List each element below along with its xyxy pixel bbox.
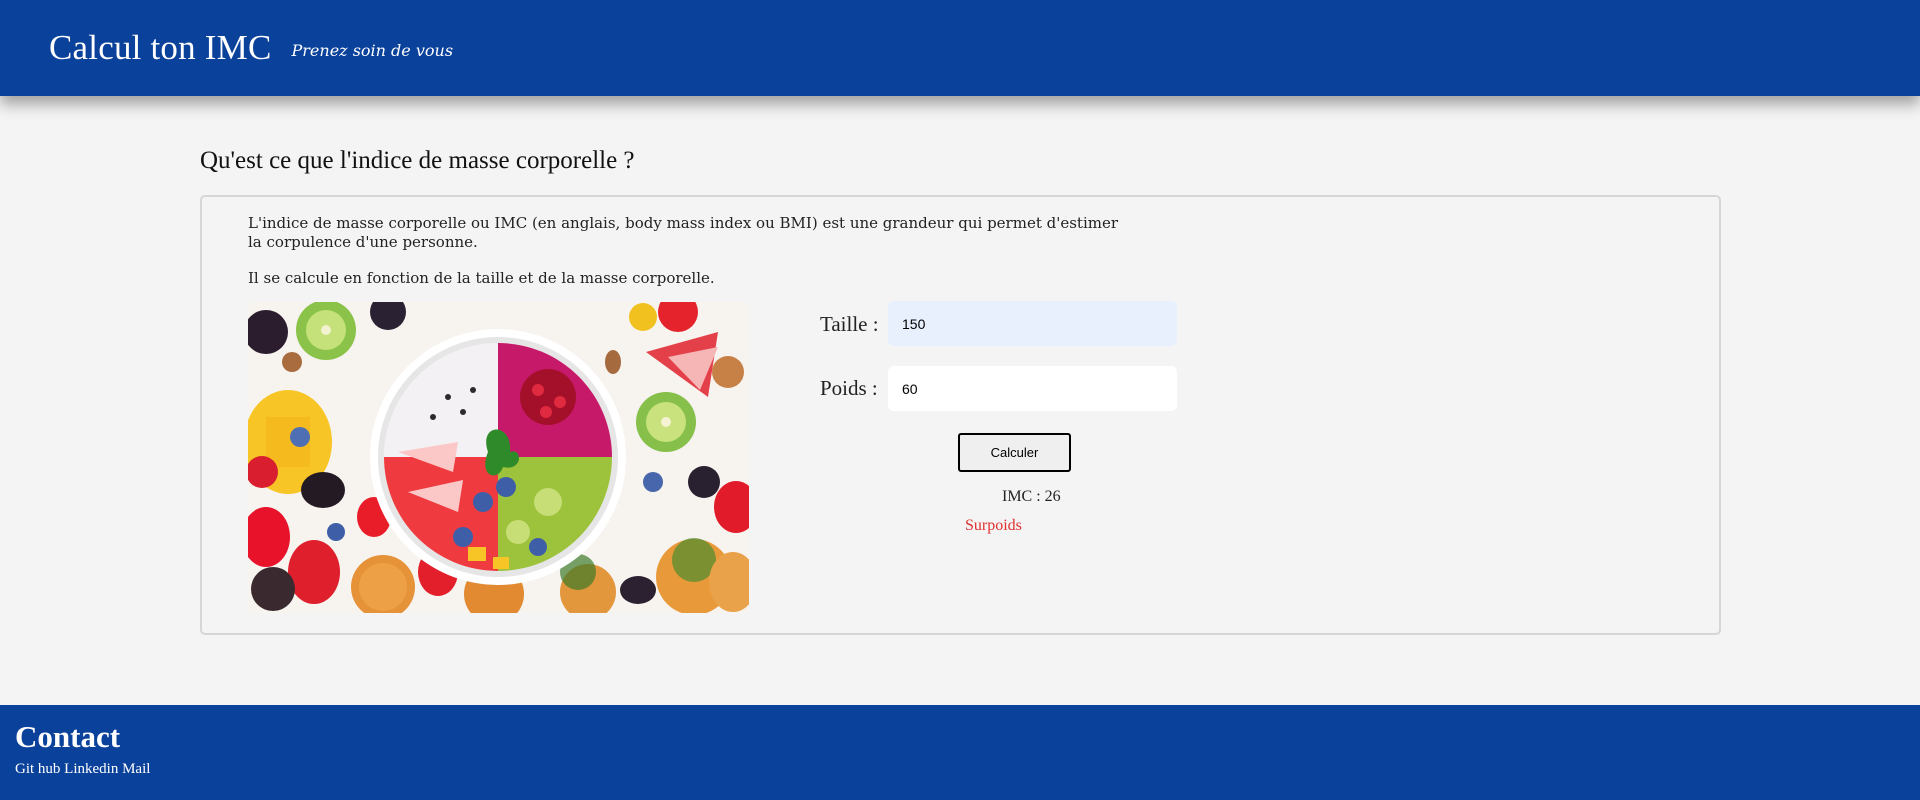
footer-links: Git hub Linkedin Mail <box>15 761 1920 778</box>
weight-label: Poids : <box>820 376 878 400</box>
intro-paragraph: L'indice de masse corporelle ou IMC (en … <box>248 214 1119 251</box>
bmi-card: L'indice de masse corporelle ou IMC (en … <box>200 195 1721 635</box>
intro-paragraph-2: Il se calcule en fonction de la taille e… <box>248 269 715 287</box>
site-tagline: Prenez soin de vous <box>291 40 454 60</box>
weight-input[interactable] <box>888 366 1177 411</box>
fruit-bowl-image <box>248 302 749 613</box>
site-footer: Contact Git hub Linkedin Mail <box>0 705 1920 800</box>
bmi-result: IMC : 26 <box>1002 488 1061 505</box>
height-input[interactable] <box>888 301 1177 346</box>
site-title: Calcul ton IMC <box>49 28 272 67</box>
bmi-category: Surpoids <box>965 517 1022 534</box>
mail-link[interactable]: Mail <box>122 761 150 777</box>
height-label: Taille : <box>820 312 879 336</box>
footer-title: Contact <box>15 719 121 754</box>
github-link[interactable]: Git hub <box>15 761 60 777</box>
calculate-button[interactable]: Calculer <box>958 433 1071 472</box>
linkedin-link[interactable]: Linkedin <box>64 761 118 777</box>
site-header: Calcul ton IMC Prenez soin de vous <box>0 0 1920 96</box>
section-title: Qu'est ce que l'indice de masse corporel… <box>200 147 635 174</box>
